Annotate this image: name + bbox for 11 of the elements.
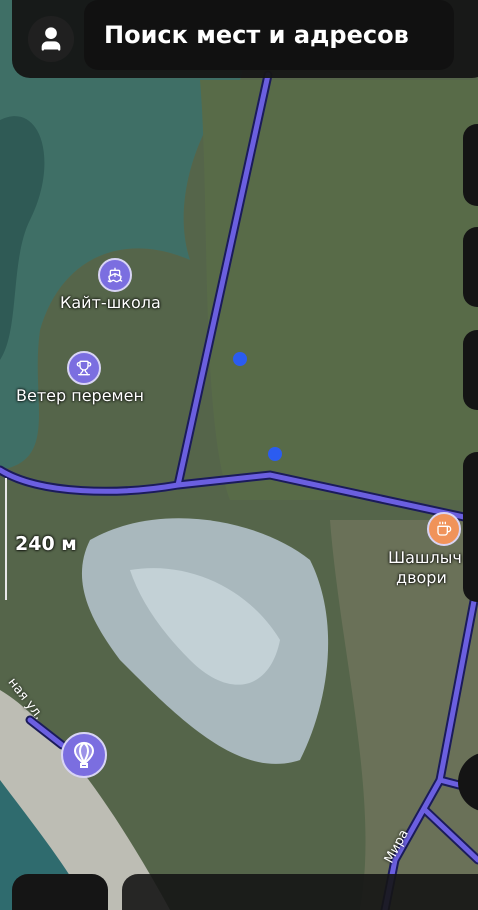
profile-button[interactable] <box>28 16 74 62</box>
street-label: ная ул. <box>4 674 48 724</box>
place-label: Шашлыч двори <box>388 548 462 588</box>
cup-icon <box>436 521 452 537</box>
search-field[interactable]: Поиск мест и адресов <box>84 0 454 70</box>
place-label: Кайт-школа <box>60 293 161 313</box>
place-label: Ветер перемен <box>16 386 144 406</box>
balloon-icon <box>72 741 96 769</box>
scale-label: 240 м <box>15 532 77 557</box>
boat-icon <box>107 267 123 283</box>
trophy-icon <box>76 360 92 376</box>
